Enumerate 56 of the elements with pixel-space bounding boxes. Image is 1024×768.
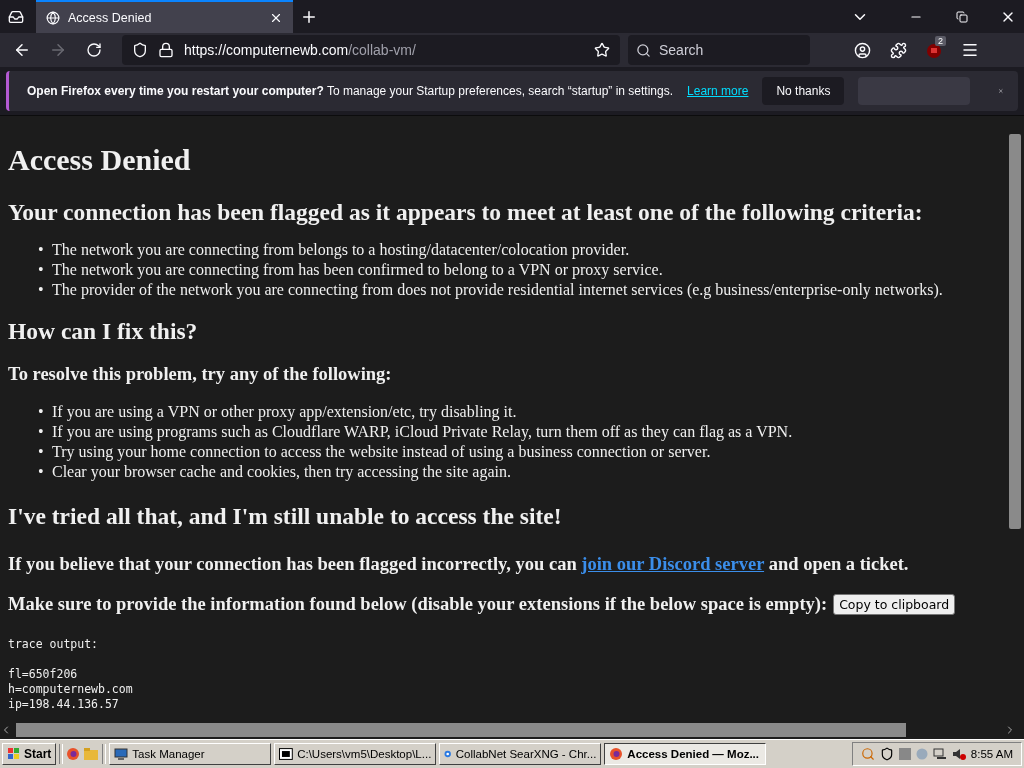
clock: 8:55 AM xyxy=(970,748,1013,760)
extension-icon[interactable]: 2 xyxy=(918,34,950,66)
network-icon[interactable] xyxy=(932,748,947,760)
shield-icon[interactable] xyxy=(132,42,148,58)
list-item: The provider of the network you are connecting from does not provide residential internet services (e.g business/enterprise-only networks). xyxy=(52,280,943,300)
monitor-icon xyxy=(114,747,129,761)
firefox-icon xyxy=(609,747,624,761)
vertical-scrollbar[interactable] xyxy=(1006,116,1024,721)
bullet: • xyxy=(38,260,45,280)
trace-line: h=computernewb.com xyxy=(8,682,134,697)
section-heading: Your connection has been flagged as it appears to meet at least one of the following criteria: xyxy=(8,198,924,226)
count-badge: 2 xyxy=(935,36,946,46)
page-title: Access Denied xyxy=(8,142,192,178)
windows-logo-icon xyxy=(7,747,21,761)
copy-button[interactable]: Copy to clipboard xyxy=(833,593,956,615)
trace-line: fl=650f206 xyxy=(8,667,79,682)
bullet: • xyxy=(38,422,45,442)
bullet: • xyxy=(38,240,45,260)
address-bar[interactable]: https://computernewb.com/collab-vm/ xyxy=(122,35,620,65)
horizontal-scrollbar[interactable] xyxy=(0,721,1024,739)
start-button[interactable]: Start xyxy=(2,743,57,765)
learn-more-link[interactable]: Learn more xyxy=(687,84,749,98)
list-item: If you are using a VPN or other proxy app/extension/etc, try disabling it. xyxy=(52,402,517,422)
shield-icon[interactable] xyxy=(879,747,894,761)
notification-text: Open Firefox every time you restart your computer? To manage your Startup preferences, search “startup” in settings. xyxy=(27,84,674,98)
browser-tab[interactable]: Access Denied xyxy=(36,0,293,33)
search-field[interactable]: Search xyxy=(628,35,810,65)
bullet: • xyxy=(38,402,45,422)
taskbar-button[interactable]: Access Denied — Moz... xyxy=(604,743,767,765)
list-item: Try using your home connection to access the website instead of using a business connection or server. xyxy=(52,442,711,462)
bullet: • xyxy=(38,462,45,482)
discord-link[interactable]: join our Discord server xyxy=(581,554,765,574)
list-item: Clear your browser cache and cookies, then try accessing the site again. xyxy=(52,462,511,482)
speaker-icon[interactable] xyxy=(951,748,966,760)
info-text: Make sure to provide the information found below (disable your extensions if the below space is empty): xyxy=(8,593,828,615)
discord-paragraph: If you believe that your connection has been flagged incorrectly, you can join our Discord server and open a ticket. xyxy=(8,553,910,575)
bullet: • xyxy=(38,442,45,462)
list-item: The network you are connecting from belongs to a hosting/datacenter/colocation provider. xyxy=(52,240,630,260)
list-item: If you are using programs such as Cloudflare WARP, iCloud Private Relay, turn them off as they can flag as a VPN. xyxy=(52,422,793,442)
taskbar-button[interactable]: Task Manager xyxy=(109,743,272,765)
page-icon xyxy=(46,10,60,25)
bullet: • xyxy=(38,280,45,300)
trace-line: ip=198.44.136.57 xyxy=(8,697,120,712)
section-heading: I've tried all that, and I'm still unable to access the site! xyxy=(8,502,563,530)
taskbar-button[interactable]: CollabNet SearXNG - Chr... xyxy=(439,743,602,765)
subheading: To resolve this problem, try any of the following: xyxy=(8,363,393,385)
lock-icon[interactable] xyxy=(158,42,174,58)
firefox-icon xyxy=(66,747,81,761)
section-heading: How can I fix this? xyxy=(8,317,199,345)
taskbar-button[interactable]: C:\Users\vm5\Desktop\L... xyxy=(274,743,437,765)
search-icon xyxy=(636,42,651,58)
no-thanks-button[interactable]: No thanks xyxy=(762,77,845,105)
trace-title: trace output: xyxy=(8,637,99,652)
list-item: The network you are connecting from has been confirmed to belong to a VPN or proxy service. xyxy=(52,260,663,280)
archive-icon xyxy=(279,747,294,761)
bookmark-star-icon[interactable] xyxy=(594,42,610,58)
